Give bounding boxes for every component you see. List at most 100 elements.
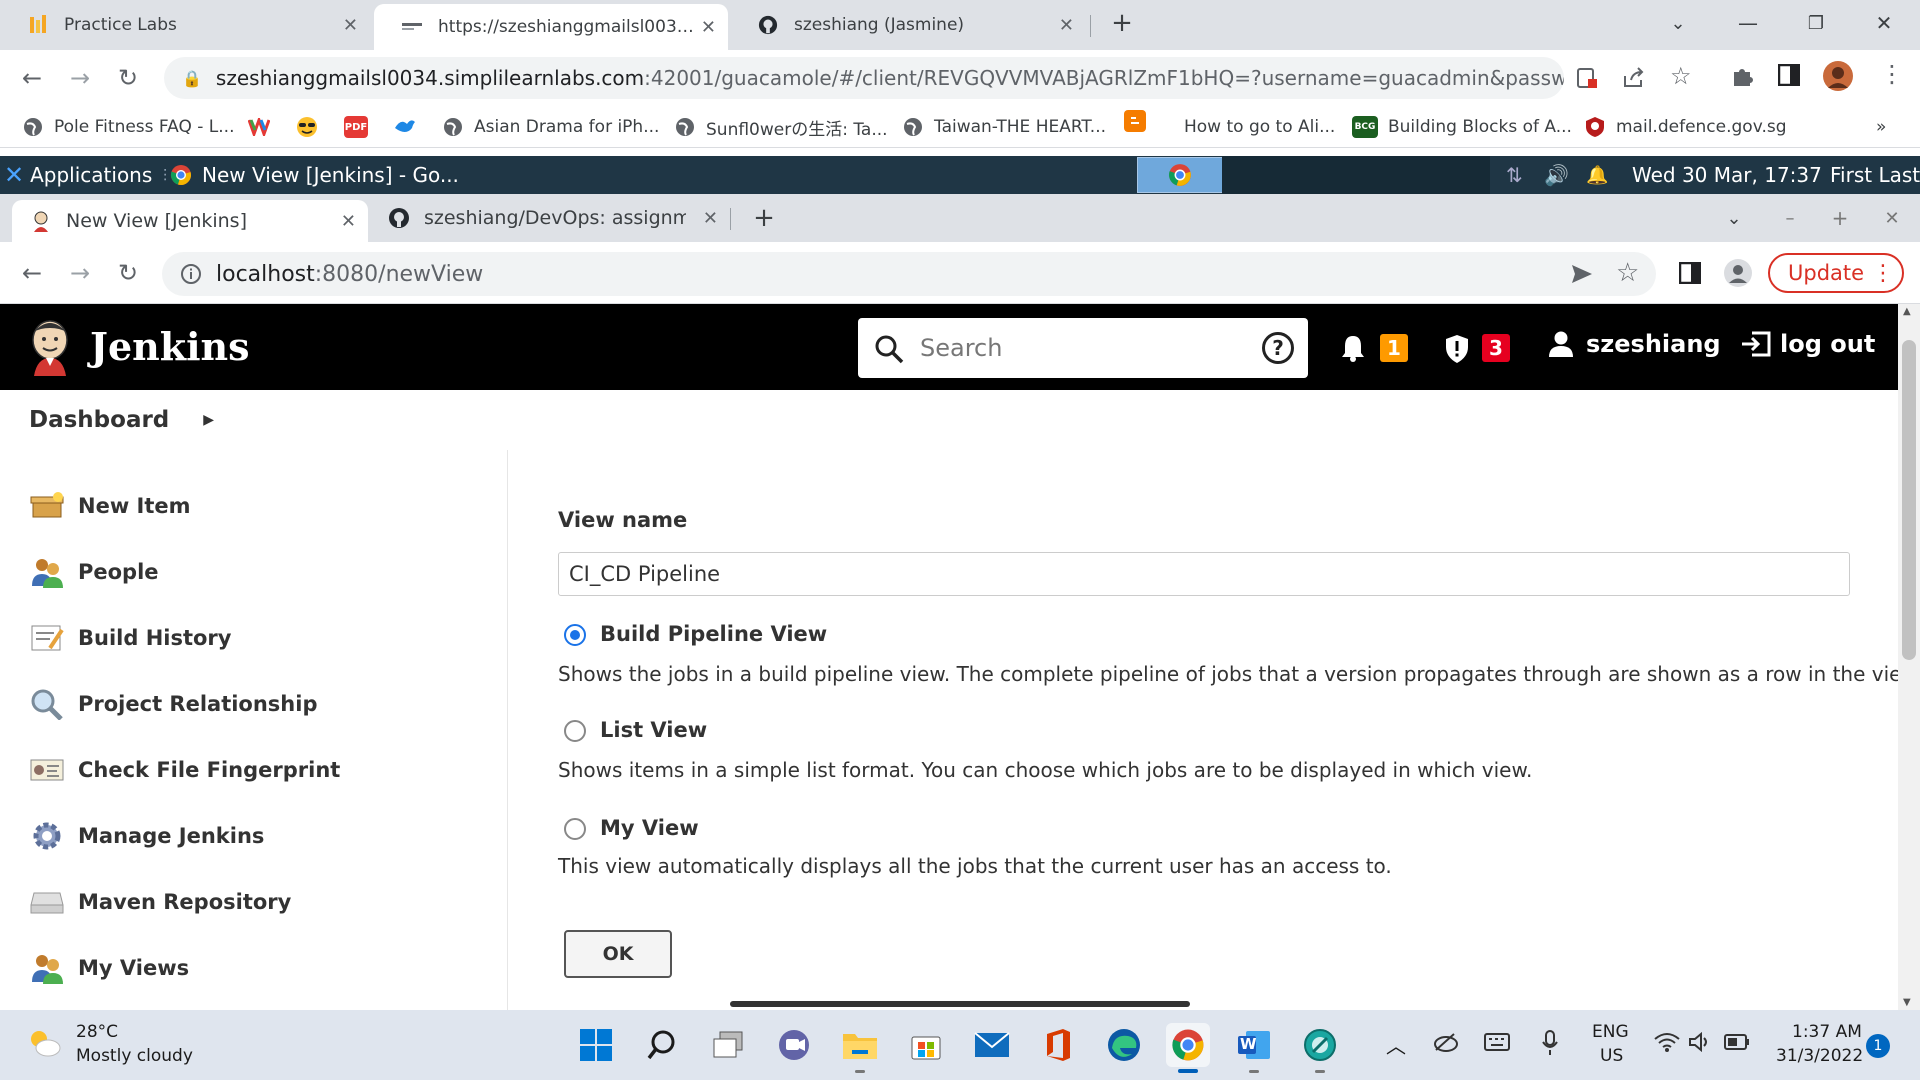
- search-button[interactable]: [640, 1023, 684, 1067]
- file-explorer-button[interactable]: [838, 1023, 882, 1073]
- taskbar-window-jenkins[interactable]: New View [Jenkins] - Go...: [170, 156, 459, 194]
- scrollbar-thumb[interactable]: [1902, 340, 1916, 660]
- show-hidden-icons-chevron-icon[interactable]: ︿: [1386, 1030, 1406, 1059]
- minimize-button[interactable]: —: [1720, 0, 1776, 46]
- new-tab-button[interactable]: +: [1094, 0, 1150, 46]
- teams-chat-button[interactable]: [772, 1023, 816, 1067]
- panel-user[interactable]: First Last: [1830, 156, 1920, 194]
- notifications-bell-icon[interactable]: [1340, 334, 1366, 366]
- bookmark-pdf[interactable]: PDF: [344, 114, 378, 140]
- sidebar-item-people[interactable]: People: [30, 552, 159, 592]
- share-icon[interactable]: [1622, 66, 1646, 93]
- bookmarks-overflow-button[interactable]: »: [1876, 114, 1886, 140]
- mail-button[interactable]: [970, 1023, 1014, 1067]
- send-icon[interactable]: [1570, 262, 1594, 286]
- outer-tab-practice-labs[interactable]: Practice Labs ✕: [0, 0, 370, 50]
- breadcrumb-dashboard[interactable]: Dashboard: [29, 407, 169, 433]
- caret-right-icon[interactable]: ▶: [203, 412, 214, 428]
- window-close-button[interactable]: ✕: [1864, 194, 1920, 242]
- sidebar-item-my-views[interactable]: My Views: [30, 948, 189, 988]
- close-icon[interactable]: ✕: [703, 208, 718, 229]
- inner-address-bar[interactable]: localhost:8080/newView ☆: [162, 252, 1656, 296]
- radio-build-pipeline-view[interactable]: [564, 624, 586, 646]
- security-badge[interactable]: 3: [1482, 334, 1510, 362]
- bookmark-building-blocks[interactable]: BCG Building Blocks of A...: [1352, 114, 1572, 140]
- battery-icon[interactable]: [1724, 1034, 1750, 1055]
- bookmark-pole-fitness[interactable]: Pole Fitness FAQ - L...: [22, 114, 234, 140]
- taskbar-time[interactable]: 1:37 AM: [1792, 1022, 1862, 1042]
- panel-clock[interactable]: Wed 30 Mar, 17:37: [1632, 156, 1822, 194]
- sidebar-item-build-history[interactable]: Build History: [30, 618, 231, 658]
- security-shield-icon[interactable]: [1444, 334, 1470, 368]
- bookmark-ali[interactable]: How to go to Ali...: [1184, 114, 1335, 140]
- tab-search-chevron-icon[interactable]: ⌄: [1650, 0, 1706, 46]
- jenkins-logo-icon[interactable]: [28, 318, 72, 376]
- forward-arrow-icon[interactable]: →: [62, 255, 98, 291]
- volume-icon[interactable]: [1688, 1031, 1712, 1057]
- search-input[interactable]: [920, 328, 1240, 368]
- ok-button[interactable]: OK: [564, 930, 672, 978]
- close-icon[interactable]: ✕: [343, 15, 358, 36]
- close-icon[interactable]: ✕: [701, 17, 716, 38]
- side-panel-icon[interactable]: [1672, 255, 1708, 291]
- back-arrow-icon[interactable]: ←: [14, 255, 50, 291]
- chrome-button[interactable]: [1166, 1023, 1210, 1073]
- close-icon[interactable]: ✕: [1059, 15, 1074, 36]
- inner-tab-github[interactable]: szeshiang/DevOps: assignm ✕: [370, 194, 730, 242]
- sidebar-item-manage-jenkins[interactable]: Manage Jenkins: [30, 816, 264, 856]
- notifications-badge[interactable]: 1: [1380, 334, 1408, 362]
- start-button[interactable]: [574, 1023, 618, 1067]
- outer-tab-github[interactable]: szeshiang (Jasmine) ✕: [730, 0, 1086, 50]
- side-panel-icon[interactable]: [1777, 63, 1801, 91]
- back-arrow-icon[interactable]: ←: [14, 60, 50, 96]
- bookmark-star-icon[interactable]: ☆: [1670, 62, 1692, 90]
- microphone-icon[interactable]: [1542, 1030, 1558, 1061]
- edge-button[interactable]: [1102, 1023, 1146, 1067]
- language-bottom[interactable]: US: [1600, 1046, 1623, 1066]
- option-label-my-view[interactable]: My View: [600, 816, 699, 840]
- task-view-button[interactable]: [706, 1023, 750, 1067]
- bookmark-bird[interactable]: [394, 114, 426, 140]
- new-tab-button[interactable]: +: [736, 194, 792, 242]
- menu-kebab-icon[interactable]: ⋮: [1880, 60, 1904, 88]
- bookmark-star-icon[interactable]: ☆: [1616, 258, 1639, 288]
- logout-link[interactable]: log out: [1740, 330, 1875, 358]
- outer-tab-guacamole[interactable]: https://szeshianggmailsl0034.simplilearn…: [374, 4, 728, 50]
- word-button[interactable]: W: [1232, 1023, 1276, 1073]
- update-button[interactable]: Update ⋮: [1768, 253, 1904, 293]
- weather-desc[interactable]: Mostly cloudy: [76, 1046, 193, 1066]
- extensions-icon[interactable]: [1730, 64, 1754, 93]
- bookmark-blogger[interactable]: [1124, 108, 1156, 134]
- search-box[interactable]: ?: [858, 318, 1308, 378]
- volume-icon[interactable]: 🔊: [1544, 156, 1569, 194]
- restore-button[interactable]: ❐: [1788, 0, 1844, 46]
- scroll-down-icon[interactable]: ▼: [1903, 997, 1911, 1008]
- vertical-scrollbar[interactable]: ▲ ▼: [1898, 304, 1920, 1010]
- keyboard-icon[interactable]: [1484, 1032, 1510, 1057]
- onedrive-cloud-icon[interactable]: [1432, 1032, 1458, 1057]
- close-icon[interactable]: ✕: [341, 211, 356, 232]
- applications-menu[interactable]: ✕ Applications ⋮: [4, 156, 172, 194]
- maximize-button[interactable]: +: [1812, 194, 1868, 242]
- inner-tab-new-view[interactable]: New View [Jenkins] ✕: [12, 200, 368, 242]
- weather-cloud-icon[interactable]: [26, 1028, 62, 1062]
- clipboard-blocked-icon[interactable]: [1576, 66, 1598, 95]
- office-button[interactable]: [1036, 1023, 1080, 1067]
- bookmark-sunfl0wer[interactable]: Sunfl0werの生活: Ta...: [674, 114, 888, 140]
- language-top[interactable]: ENG: [1592, 1022, 1629, 1042]
- network-arrows-icon[interactable]: ⇅: [1506, 156, 1523, 194]
- bookmark-asian-drama[interactable]: Asian Drama for iPh...: [442, 114, 659, 140]
- horizontal-scrollbar[interactable]: [730, 1001, 1190, 1007]
- reload-icon[interactable]: ↻: [110, 255, 146, 291]
- bookmark-emoji[interactable]: [296, 114, 328, 140]
- microsoft-store-button[interactable]: [904, 1023, 948, 1067]
- radio-my-view[interactable]: [564, 818, 586, 840]
- sidebar-item-check-file-fingerprint[interactable]: Check File Fingerprint: [30, 750, 340, 790]
- taskbar-date[interactable]: 31/3/2022: [1776, 1046, 1863, 1066]
- forward-arrow-icon[interactable]: →: [62, 60, 98, 96]
- sidebar-item-project-relationship[interactable]: Project Relationship: [30, 684, 318, 724]
- user-menu[interactable]: szeshiang: [1548, 330, 1721, 358]
- bookmark-mail-defence[interactable]: mail.defence.gov.sg: [1584, 114, 1787, 140]
- bookmark-taiwan[interactable]: Taiwan-THE HEART...: [902, 114, 1106, 140]
- notification-bell-icon[interactable]: 🔔: [1586, 156, 1608, 194]
